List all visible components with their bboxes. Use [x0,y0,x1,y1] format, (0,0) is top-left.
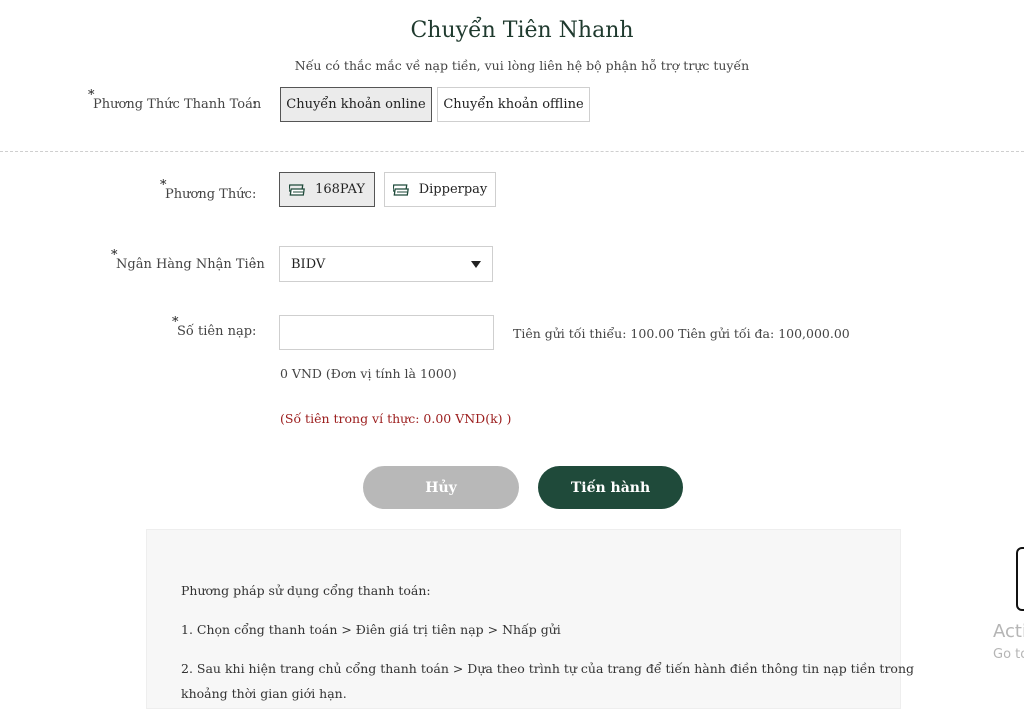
page-subtitle: Nếu có thắc mắc về nạp tiền, vui lòng li… [294,58,750,73]
label-colon: : [252,187,257,202]
floating-widget-edge[interactable] [1016,547,1024,611]
guide-step-1: 1. Chọn cổng thanh toán > Điên giá trị t… [181,622,561,637]
option-label: 168PAY [315,182,365,197]
guide-heading: Phương pháp sử dụng cổng thanh toán: [181,583,431,598]
method-label: Phương Thức [165,187,252,202]
activation-watermark-title: Acti [993,621,1024,642]
converted-amount-text: 0 VND (Đơn vị tính là 1000) [280,366,457,381]
amount-label: Số tiên nạp [177,324,253,339]
option-label: Dipperpay [418,182,488,197]
wallet-balance-text: (Số tiên trong ví thực: 0.00 VND(k) ) [280,411,512,426]
option-label: Chuyển khoản online [286,97,426,112]
bank-label: Ngân Hàng Nhận Tiên [116,257,265,272]
label-colon: : [252,257,257,272]
guide-step-2: 2. Sau khi hiện trang chủ cổng thanh toá… [181,661,914,676]
deposit-limits-text: Tiên gửi tối thiểu: 100.00 Tiên gửi tối … [513,326,850,341]
bank-select[interactable]: BIDV [279,246,493,282]
option-online-transfer[interactable]: Chuyển khoản online [280,87,432,122]
usage-guide-panel [146,529,901,709]
caret-down-icon [471,261,481,268]
proceed-button[interactable]: Tiến hành [538,466,683,509]
option-label: Chuyển khoản offline [443,97,584,112]
activation-watermark-subtitle: Go to [993,647,1024,662]
page-title: Chuyển Tiên Nhanh [410,18,634,43]
cancel-button[interactable]: Hủy [363,466,519,509]
card-stack-icon [289,183,305,196]
label-colon: : [252,324,257,339]
card-stack-icon [392,183,409,196]
section-divider [0,151,1024,152]
option-dipperpay[interactable]: Dipperpay [384,172,496,207]
amount-input[interactable] [279,315,494,350]
payment-method-label: Phương Thức Thanh Toán [93,97,262,112]
bank-select-value: BIDV [291,256,326,272]
option-offline-transfer[interactable]: Chuyển khoản offline [437,87,590,122]
label-colon: : [252,97,257,112]
option-168pay[interactable]: 168PAY [279,172,375,207]
